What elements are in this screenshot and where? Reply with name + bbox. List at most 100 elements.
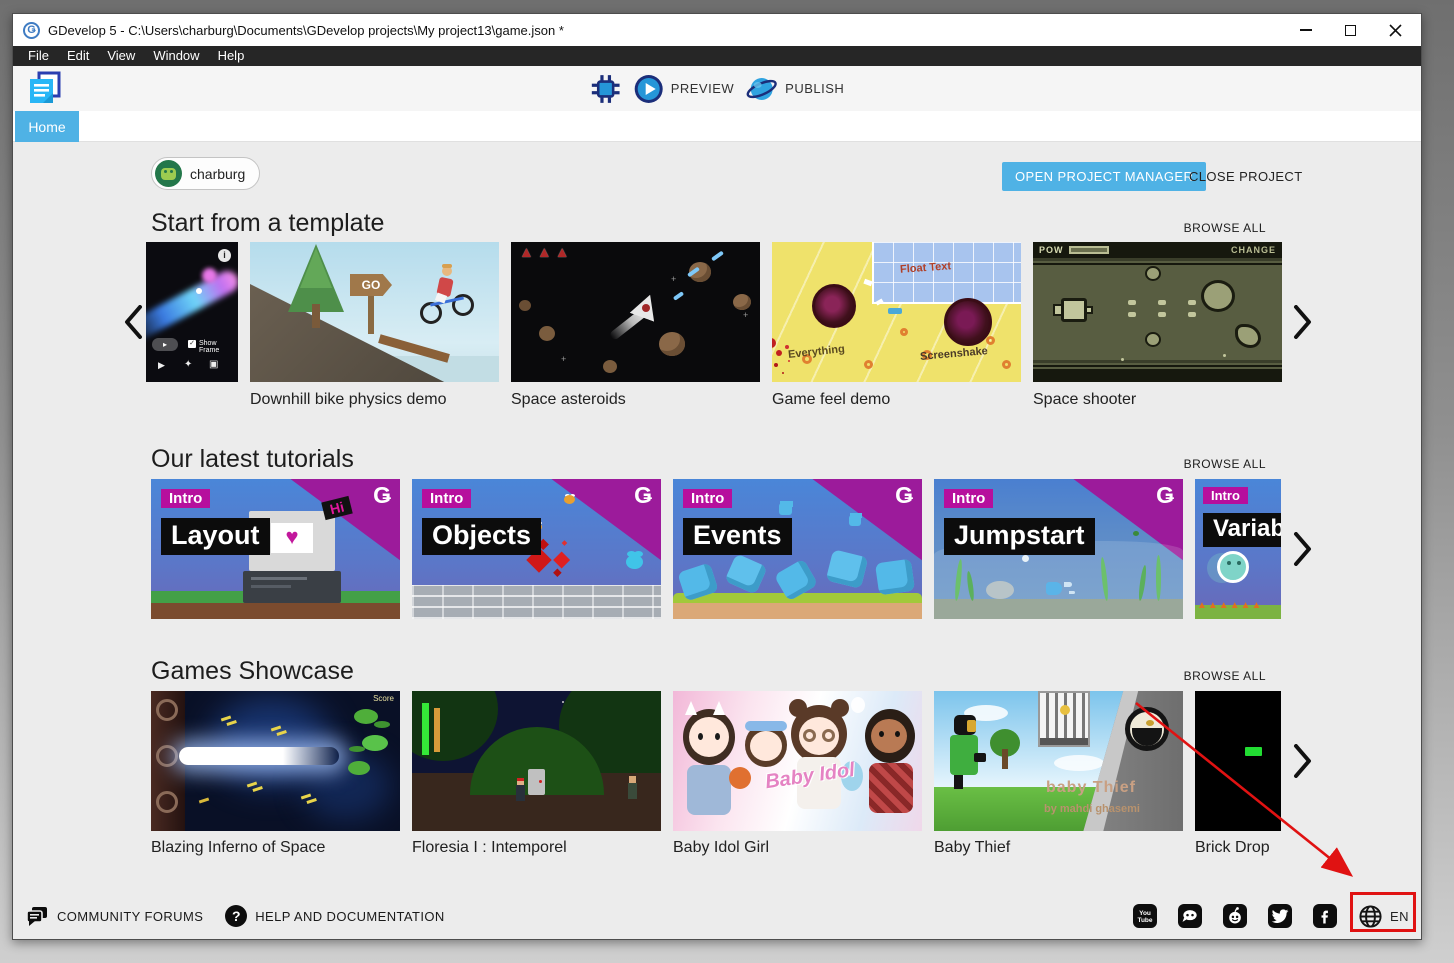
template-caption: Space asteroids [511,391,626,409]
title-bar: Ǥ GDevelop 5 - C:\Users\charburg\Documen… [13,14,1421,46]
showcase-card-floresia[interactable] [412,691,661,831]
showcase-card-baby-thief[interactable]: baby Thief by mahdi ghasemi [934,691,1183,831]
pow-label: POW [1039,245,1064,255]
tutorial-name: Variab [1203,513,1281,547]
templates-next-button[interactable] [1293,305,1313,339]
birdcage [1038,691,1090,747]
player-ship [1061,298,1087,322]
tutorials-next-button[interactable] [1293,532,1313,566]
minimize-icon [1300,29,1312,31]
toolbar: PREVIEW PUBLISH [13,66,1421,111]
door [528,769,545,795]
showcase-card-baby-idol[interactable]: Baby Idol [673,691,922,831]
preview-button[interactable]: PREVIEW [634,74,734,104]
project-manager-icon[interactable] [27,71,63,105]
tutorial-card-events[interactable]: Ǥ Intro Events [673,479,922,619]
svg-text:You: You [1139,910,1151,917]
template-card-space-asteroids[interactable]: ▲▲▲ + + + [511,242,760,382]
avatar [155,160,182,187]
showcase-card-brick-drop[interactable] [1195,691,1281,831]
menu-view[interactable]: View [98,46,144,66]
menu-help[interactable]: Help [209,46,254,66]
templates-browse-all[interactable]: BROWSE ALL [1184,221,1266,235]
game-title-text: baby Thief [1046,779,1136,797]
tutorial-name: Events [683,518,792,555]
show-frame-label: Show Frame [199,340,238,354]
templates-section-title: Start from a template [151,209,384,238]
pixel-character [516,785,525,801]
open-project-manager-button[interactable]: OPEN PROJECT MANAGER [1002,162,1206,191]
publish-label: PUBLISH [785,81,844,96]
reddit-icon[interactable] [1223,904,1247,928]
showcase-carousel: Score [151,691,1281,831]
youtube-icon[interactable]: YouTube [1133,904,1157,928]
help-documentation-label: HELP AND DOCUMENTATION [255,909,444,924]
showcase-next-button[interactable] [1293,744,1313,778]
play-icon [634,74,664,104]
template-caption: Space shooter [1033,391,1136,409]
checkbox-icon: ✓ [188,340,196,348]
template-caption: Downhill bike physics demo [250,391,447,409]
tutorials-browse-all[interactable]: BROWSE ALL [1184,457,1266,471]
heart-icon: ♥ [271,523,313,553]
pow-bar [1069,246,1109,254]
tutorial-badge: Intro [944,489,993,508]
score-label: Score [373,694,394,703]
tutorial-card-layout[interactable]: Ǥ ♥ Hi Intro Layout [151,479,400,619]
tutorial-card-objects[interactable]: Ǥ Intro Objects [412,479,661,619]
user-profile-chip[interactable]: charburg [151,157,260,190]
template-card-particle-demo[interactable]: i ▸ ✓ Show Frame ▶ ✦ ▣ [146,242,238,382]
youtube-mini-icon: ▶ [158,360,165,371]
help-documentation-link[interactable]: ? HELP AND DOCUMENTATION [225,905,444,927]
tutorial-card-jumpstart[interactable]: Ǥ Intro Jumpstart [934,479,1183,619]
showcase-caption: Baby Idol Girl [673,839,769,857]
debugger-icon[interactable] [590,73,622,105]
twitter-icon[interactable] [1268,904,1292,928]
tutorial-name: Jumpstart [944,518,1095,555]
gdevelop-logo-icon: Ǥ [634,482,652,509]
community-forums-link[interactable]: COMMUNITY FORUMS [25,904,203,928]
menu-file[interactable]: File [19,46,58,66]
showcase-caption: Blazing Inferno of Space [151,839,325,857]
showcase-section-title: Games Showcase [151,657,354,686]
green-brick [1245,747,1262,756]
facebook-icon[interactable] [1313,904,1337,928]
discord-icon[interactable] [1178,904,1202,928]
close-button[interactable] [1373,14,1418,46]
template-card-game-feel[interactable]: Float Text Everything Screenshake [772,242,1021,382]
templates-prev-button[interactable] [123,305,143,339]
planet-icon [746,74,778,104]
showcase-caption: Baby Thief [934,839,1010,857]
blue-creature [626,555,643,569]
minimize-button[interactable] [1283,14,1328,46]
tutorial-badge: Intro [422,489,471,508]
showcase-browse-all[interactable]: BROWSE ALL [1184,669,1266,683]
publish-button[interactable]: PUBLISH [746,74,844,104]
tutorials-carousel: Ǥ ♥ Hi Intro Layout Ǥ [151,479,1281,619]
tutorial-card-variables[interactable]: ▲▲▲▲▲▲ +1 Intro Variab [1195,479,1281,619]
template-card-downhill-bike[interactable]: GO [250,242,499,382]
ghost-creature [1217,551,1249,583]
tab-home[interactable]: Home [15,111,79,142]
showcase-card-blazing-inferno[interactable]: Score [151,691,400,831]
menu-bar: File Edit View Window Help [13,46,1421,66]
maximize-button[interactable] [1328,14,1373,46]
particle-trail [146,267,238,343]
change-label: CHANGE [1231,245,1276,255]
gdevelop-logo-icon: Ǥ [23,22,40,39]
community-forums-label: COMMUNITY FORUMS [57,909,203,924]
close-project-button[interactable]: CLOSE PROJECT [1189,162,1303,191]
energy-bar [434,708,440,752]
health-bar [422,703,429,755]
app-window: Ǥ GDevelop 5 - C:\Users\charburg\Documen… [12,13,1422,940]
menu-window[interactable]: Window [144,46,208,66]
footer-links: COMMUNITY FORUMS ? HELP AND DOCUMENTATIO… [25,902,445,930]
svg-text:Tube: Tube [1137,917,1152,924]
template-card-space-shooter[interactable]: POW CHANGE [1033,242,1282,382]
gdevelop-logo-icon: Ǥ [373,482,391,509]
preview-label: PREVIEW [671,81,734,96]
menu-edit[interactable]: Edit [58,46,98,66]
tutorial-badge: Intro [161,489,210,508]
twitter-mini-icon: ✦ [184,359,192,370]
gdevelop-logo-icon: Ǥ [1156,482,1174,509]
